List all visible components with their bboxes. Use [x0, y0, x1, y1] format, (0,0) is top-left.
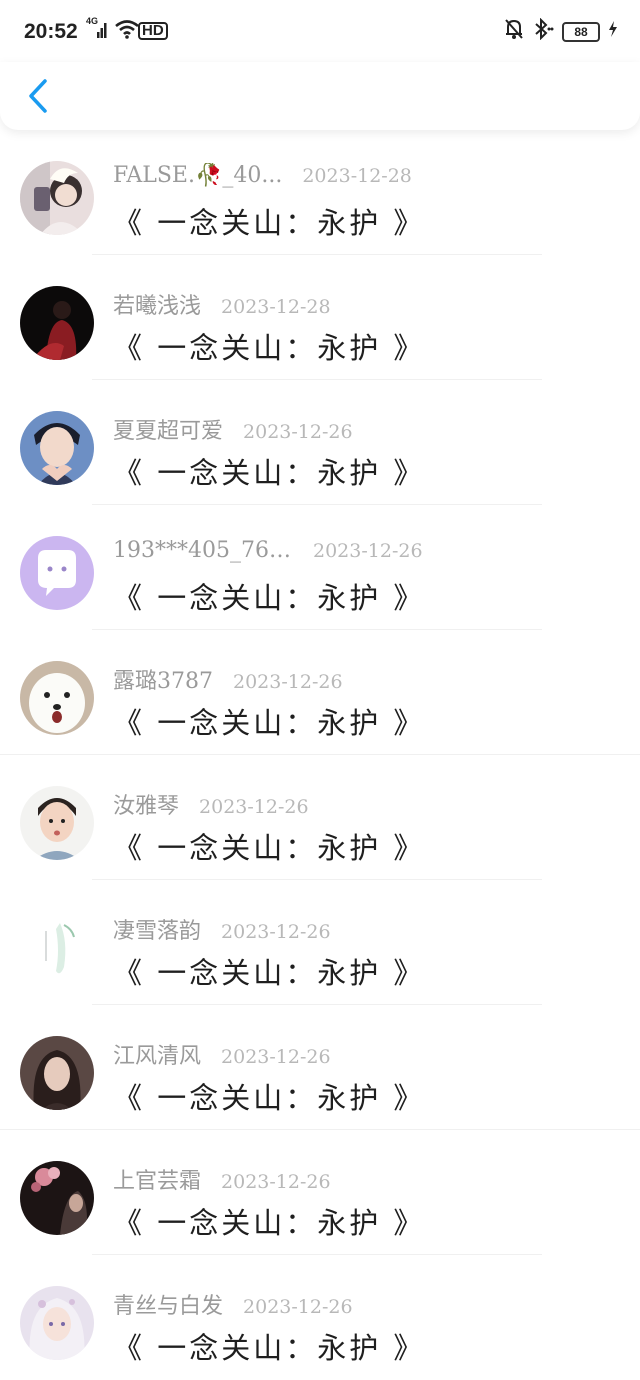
list-item[interactable]: 夏夏超可爱 2023-12-26 《 一念关山：永护 》 [0, 380, 640, 505]
list-item[interactable]: 汝雅琴 2023-12-26 《 一念关山：永护 》 [0, 755, 640, 880]
date: 2023-12-28 [302, 165, 412, 187]
avatar[interactable] [20, 661, 94, 735]
battery-level: 88 [574, 24, 588, 39]
username[interactable]: 凄雪落韵 [113, 913, 201, 945]
date: 2023-12-26 [221, 921, 331, 943]
item-meta: 凄雪落韵 2023-12-26 [113, 913, 331, 945]
username[interactable]: 汝雅琴 [113, 788, 179, 820]
signal-icon: 4G [86, 16, 108, 40]
date: 2023-12-26 [243, 1296, 353, 1318]
work-title[interactable]: 《 一念关山：永护 》 [113, 575, 425, 617]
date: 2023-12-26 [221, 1171, 331, 1193]
header-bar [0, 62, 640, 130]
list-item[interactable]: 193***405_760... 2023-12-26 《 一念关山：永护 》 [0, 505, 640, 630]
date: 2023-12-26 [243, 421, 353, 443]
network-label: 4G [86, 16, 99, 26]
work-title[interactable]: 《 一念关山：永护 》 [113, 450, 425, 492]
date: 2023-12-28 [221, 296, 331, 318]
avatar[interactable] [20, 411, 94, 485]
username[interactable]: 江风清风 [113, 1038, 201, 1070]
avatar[interactable] [20, 161, 94, 235]
wifi-badge: HD [138, 22, 168, 40]
work-title[interactable]: 《 一念关山：永护 》 [113, 825, 425, 867]
work-title[interactable]: 《 一念关山：永护 》 [113, 200, 425, 242]
work-title[interactable]: 《 一念关山：永护 》 [113, 325, 425, 367]
username[interactable]: FALSE.🥀_40... [113, 163, 282, 188]
status-right-icons: 88 [504, 17, 618, 45]
item-meta: 193***405_760... 2023-12-26 [113, 538, 423, 563]
avatar[interactable] [20, 786, 94, 860]
date: 2023-12-26 [233, 671, 343, 693]
item-meta: 露璐3787 2023-12-26 [113, 663, 343, 695]
avatar[interactable] [20, 286, 94, 360]
list-item[interactable]: 露璐3787 2023-12-26 《 一念关山：永护 》 [0, 630, 640, 755]
back-button[interactable] [18, 72, 58, 120]
username[interactable]: 露璐3787 [113, 663, 213, 695]
list-item[interactable]: 青丝与白发 2023-12-26 《 一念关山：永护 》 [0, 1255, 640, 1380]
item-meta: 汝雅琴 2023-12-26 [113, 788, 309, 820]
mute-bell-icon [504, 18, 524, 45]
work-title[interactable]: 《 一念关山：永护 》 [113, 950, 425, 992]
avatar[interactable] [20, 1036, 94, 1110]
work-title[interactable]: 《 一念关山：永护 》 [113, 1200, 425, 1242]
item-meta: 江风清风 2023-12-26 [113, 1038, 331, 1070]
status-bar: 20:52 4G HD 88 [0, 0, 640, 62]
item-meta: 若曦浅浅 2023-12-28 [113, 288, 331, 320]
date: 2023-12-26 [221, 1046, 331, 1068]
avatar[interactable] [20, 1161, 94, 1235]
username[interactable]: 青丝与白发 [113, 1288, 223, 1320]
item-meta: 上官芸霜 2023-12-26 [113, 1163, 331, 1195]
status-time: 20:52 [24, 20, 78, 43]
chevron-left-icon [29, 79, 47, 113]
status-left-icons: 4G HD [86, 16, 168, 40]
comment-list: FALSE.🥀_40... 2023-12-28 《 一念关山：永护 》 若曦浅… [0, 130, 640, 1380]
list-item[interactable]: 凄雪落韵 2023-12-26 《 一念关山：永护 》 [0, 880, 640, 1005]
date: 2023-12-26 [199, 796, 309, 818]
work-title[interactable]: 《 一念关山：永护 》 [113, 1075, 425, 1117]
username[interactable]: 若曦浅浅 [113, 288, 201, 320]
username[interactable]: 193***405_760... [113, 538, 293, 563]
list-item[interactable]: 若曦浅浅 2023-12-28 《 一念关山：永护 》 [0, 255, 640, 380]
item-meta: FALSE.🥀_40... 2023-12-28 [113, 163, 412, 188]
list-item[interactable]: 江风清风 2023-12-26 《 一念关山：永护 》 [0, 1005, 640, 1130]
item-meta: 青丝与白发 2023-12-26 [113, 1288, 353, 1320]
username[interactable]: 夏夏超可爱 [113, 413, 223, 445]
avatar[interactable] [20, 1286, 94, 1360]
work-title[interactable]: 《 一念关山：永护 》 [113, 700, 425, 742]
wifi-icon: HD [114, 18, 168, 40]
avatar[interactable] [20, 911, 94, 985]
charging-icon [608, 20, 618, 43]
avatar[interactable] [20, 536, 94, 610]
item-meta: 夏夏超可爱 2023-12-26 [113, 413, 353, 445]
battery-icon: 88 [562, 21, 600, 42]
username[interactable]: 上官芸霜 [113, 1163, 201, 1195]
work-title[interactable]: 《 一念关山：永护 》 [113, 1325, 425, 1367]
list-item[interactable]: FALSE.🥀_40... 2023-12-28 《 一念关山：永护 》 [0, 130, 640, 255]
bluetooth-icon [532, 17, 554, 45]
date: 2023-12-26 [313, 540, 423, 562]
list-item[interactable]: 上官芸霜 2023-12-26 《 一念关山：永护 》 [0, 1130, 640, 1255]
